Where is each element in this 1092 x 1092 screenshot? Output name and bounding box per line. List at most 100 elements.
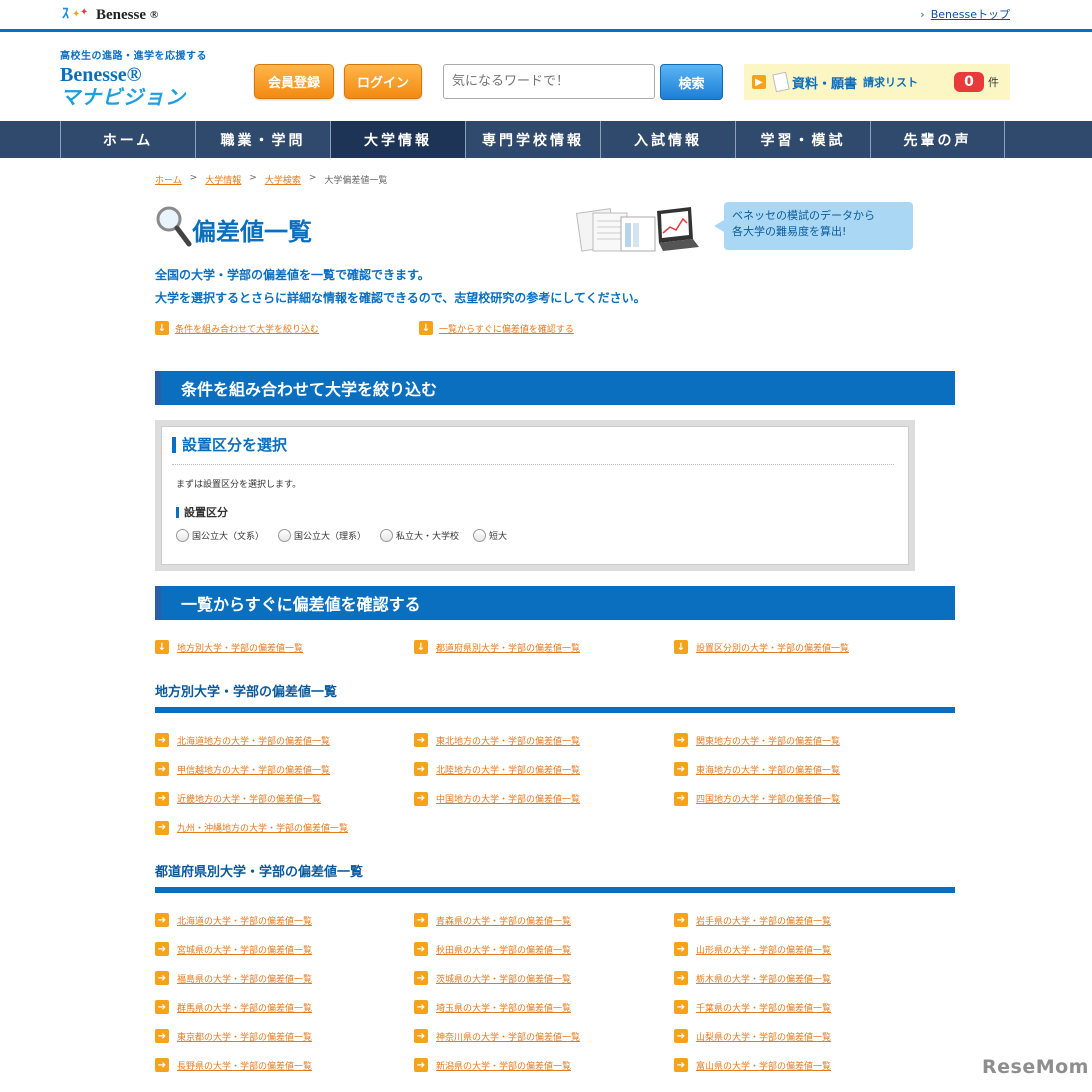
list-item[interactable]: ➔ 甲信越地方の大学・学部の偏差値一覧 [155, 762, 330, 777]
radio-junior-college[interactable]: 短大 [473, 529, 507, 542]
list-item-link[interactable]: 長野県の大学・学部の偏差値一覧 [177, 1059, 312, 1072]
list-item[interactable]: ➔ 関東地方の大学・学部の偏差値一覧 [674, 733, 840, 747]
list-item-link[interactable]: 群馬県の大学・学部の偏差値一覧 [177, 1001, 312, 1014]
list-item[interactable]: ➔ 北陸地方の大学・学部の偏差値一覧 [414, 762, 580, 777]
list-item-link[interactable]: 中国地方の大学・学部の偏差値一覧 [436, 792, 580, 805]
list-item-link[interactable]: 岩手県の大学・学部の偏差値一覧 [696, 914, 831, 927]
list-item-link[interactable]: 千葉県の大学・学部の偏差値一覧 [696, 1001, 831, 1014]
login-button[interactable]: ログイン [344, 64, 422, 99]
list-item-link[interactable]: 宮城県の大学・学部の偏差値一覧 [177, 943, 312, 956]
list-item-link[interactable]: 四国地方の大学・学部の偏差値一覧 [696, 792, 840, 805]
nav-university[interactable]: 大学情報 [330, 121, 465, 158]
list-item-link[interactable]: 福島県の大学・学部の偏差値一覧 [177, 972, 312, 985]
list-item[interactable]: ➔ 近畿地方の大学・学部の偏差値一覧 [155, 791, 321, 806]
manavision-brand[interactable]: 高校生の進路・進学を応援する Benesse® マナビジョン [60, 47, 207, 108]
list-item[interactable]: ➔ 東海地方の大学・学部の偏差値一覧 [674, 762, 840, 777]
breadcrumb-university[interactable]: 大学情報 [205, 173, 241, 186]
jump-link-label[interactable]: 条件を組み合わせて大学を絞り込む [175, 322, 319, 335]
list-item[interactable]: ➔ 秋田県の大学・学部の偏差値一覧 [414, 942, 571, 956]
radio-circle[interactable] [278, 529, 292, 542]
nav-vocational[interactable]: 専門学校情報 [465, 121, 600, 158]
list-item-link[interactable]: 神奈川県の大学・学部の偏差値一覧 [436, 1030, 580, 1043]
breadcrumb-home[interactable]: ホーム [155, 173, 182, 186]
intro-text: 全国の大学・学部の偏差値を一覧で確認できます。 大学を選択するとさらに詳細な情報… [155, 264, 646, 310]
list-item-link[interactable]: 甲信越地方の大学・学部の偏差値一覧 [177, 763, 330, 776]
list-item[interactable]: ➔ 新潟県の大学・学部の偏差値一覧 [414, 1058, 571, 1072]
list-item[interactable]: ➔ 宮城県の大学・学部の偏差値一覧 [155, 942, 312, 956]
jump-link-list[interactable]: ↓ 一覧からすぐに偏差値を確認する [419, 321, 574, 335]
list-item-link[interactable]: 近畿地方の大学・学部の偏差値一覧 [177, 792, 321, 805]
nav-voices[interactable]: 先輩の声 [870, 121, 1005, 158]
radio-private[interactable]: 私立大・大学校 [380, 529, 459, 542]
breadcrumb-search[interactable]: 大学検索 [265, 173, 301, 186]
list-item-link[interactable]: 新潟県の大学・学部の偏差値一覧 [436, 1059, 571, 1072]
list-item[interactable]: ➔ 四国地方の大学・学部の偏差値一覧 [674, 791, 840, 806]
list-item[interactable]: ➔ 岩手県の大学・学部の偏差値一覧 [674, 913, 831, 927]
list-item-link[interactable]: 東海地方の大学・学部の偏差値一覧 [696, 763, 840, 776]
laptop-chart-illustration [575, 207, 699, 252]
jump-link-label[interactable]: 一覧からすぐに偏差値を確認する [439, 322, 574, 335]
nav-study[interactable]: 学習・模試 [735, 121, 870, 158]
radio-circle[interactable] [176, 529, 189, 542]
search-input[interactable] [443, 64, 655, 99]
list-item[interactable]: ➔ 青森県の大学・学部の偏差値一覧 [414, 913, 571, 927]
list-item[interactable]: ➔ 千葉県の大学・学部の偏差値一覧 [674, 1000, 831, 1014]
radio-public-science[interactable]: 国公立大（理系） [278, 529, 366, 542]
list-item[interactable]: ➔ 東京都の大学・学部の偏差値一覧 [155, 1029, 312, 1043]
nav-career[interactable]: 職業・学問 [195, 121, 330, 158]
nav-exam[interactable]: 入試情報 [600, 121, 735, 158]
list-item-link[interactable]: 秋田県の大学・学部の偏差値一覧 [436, 943, 571, 956]
radio-circle[interactable] [380, 529, 394, 542]
quick-link-label[interactable]: 都道府県別大学・学部の偏差値一覧 [436, 641, 580, 654]
quick-link-prefecture[interactable]: ↓ 都道府県別大学・学部の偏差値一覧 [414, 640, 580, 654]
list-item-link[interactable]: 埼玉県の大学・学部の偏差値一覧 [436, 1001, 571, 1014]
radio-public-humanities[interactable]: 国公立大（文系） [176, 529, 264, 542]
radio-circle[interactable] [473, 529, 487, 542]
page-title: 偏差値一覧 [192, 218, 312, 246]
list-item[interactable]: ➔ 神奈川県の大学・学部の偏差値一覧 [414, 1029, 580, 1043]
arrow-right-icon: ➔ [414, 733, 428, 747]
list-item[interactable]: ➔ 群馬県の大学・学部の偏差値一覧 [155, 1000, 312, 1014]
quick-link-type[interactable]: ↓ 設置区分別の大学・学部の偏差値一覧 [674, 640, 849, 654]
list-item-link[interactable]: 青森県の大学・学部の偏差値一覧 [436, 914, 571, 927]
list-item-link[interactable]: 栃木県の大学・学部の偏差値一覧 [696, 972, 831, 985]
nav-home[interactable]: ホーム [60, 121, 195, 158]
list-item[interactable]: ➔ 山形県の大学・学部の偏差値一覧 [674, 942, 831, 956]
quick-link-label[interactable]: 設置区分別の大学・学部の偏差値一覧 [696, 641, 849, 654]
register-button[interactable]: 会員登録 [254, 64, 334, 99]
list-item-link[interactable]: 富山県の大学・学部の偏差値一覧 [696, 1059, 831, 1072]
list-item-link[interactable]: 東北地方の大学・学部の偏差値一覧 [436, 734, 580, 747]
arrow-right-icon: ➔ [414, 791, 428, 806]
list-item[interactable]: ➔ 埼玉県の大学・学部の偏差値一覧 [414, 1000, 571, 1014]
list-item[interactable]: ➔ 東北地方の大学・学部の偏差値一覧 [414, 733, 580, 747]
filter-panel: 設置区分を選択 まずは設置区分を選択します。 設置区分 国公立大（文系） 国公立… [155, 420, 915, 571]
list-item-link[interactable]: 北陸地方の大学・学部の偏差値一覧 [436, 763, 580, 776]
list-item[interactable]: ➔ 長野県の大学・学部の偏差値一覧 [155, 1058, 312, 1072]
search-button[interactable]: 検索 [660, 64, 723, 100]
list-item-link[interactable]: 山梨県の大学・学部の偏差値一覧 [696, 1030, 831, 1043]
benesse-logo[interactable]: ｽ ✦ ✦ Benesse ® [62, 5, 158, 25]
list-item-link[interactable]: 茨城県の大学・学部の偏差値一覧 [436, 972, 571, 985]
list-item-link[interactable]: 北海道の大学・学部の偏差値一覧 [177, 914, 312, 927]
list-item-link[interactable]: 九州・沖縄地方の大学・学部の偏差値一覧 [177, 821, 348, 834]
list-item-link[interactable]: 東京都の大学・学部の偏差値一覧 [177, 1030, 312, 1043]
list-item[interactable]: ➔ 北海道地方の大学・学部の偏差値一覧 [155, 733, 330, 747]
quick-link-region[interactable]: ↓ 地方別大学・学部の偏差値一覧 [155, 640, 303, 654]
list-item[interactable]: ➔ 九州・沖縄地方の大学・学部の偏差値一覧 [155, 820, 348, 835]
list-item[interactable]: ➔ 山梨県の大学・学部の偏差値一覧 [674, 1029, 831, 1043]
list-item[interactable]: ➔ 茨城県の大学・学部の偏差値一覧 [414, 971, 571, 985]
quick-link-label[interactable]: 地方別大学・学部の偏差値一覧 [177, 641, 303, 654]
list-item[interactable]: ➔ 富山県の大学・学部の偏差値一覧 [674, 1058, 831, 1072]
intro-line: 大学を選択するとさらに詳細な情報を確認できるので、志望校研究の参考にしてください… [155, 291, 646, 305]
list-item[interactable]: ➔ 北海道の大学・学部の偏差値一覧 [155, 913, 312, 927]
list-item[interactable]: ➔ 中国地方の大学・学部の偏差値一覧 [414, 791, 580, 806]
jump-link-filter[interactable]: ↓ 条件を組み合わせて大学を絞り込む [155, 321, 319, 335]
list-item[interactable]: ➔ 福島県の大学・学部の偏差値一覧 [155, 971, 312, 985]
arrow-right-icon: ➔ [674, 1029, 688, 1043]
request-list-link[interactable]: ▶ 資料・願書 請求リスト 0 件 [744, 64, 1010, 100]
benesse-top-link[interactable]: Benesseトップ [920, 6, 1010, 22]
list-item-link[interactable]: 北海道地方の大学・学部の偏差値一覧 [177, 734, 330, 747]
list-item[interactable]: ➔ 栃木県の大学・学部の偏差値一覧 [674, 971, 831, 985]
list-item-link[interactable]: 山形県の大学・学部の偏差値一覧 [696, 943, 831, 956]
list-item-link[interactable]: 関東地方の大学・学部の偏差値一覧 [696, 734, 840, 747]
